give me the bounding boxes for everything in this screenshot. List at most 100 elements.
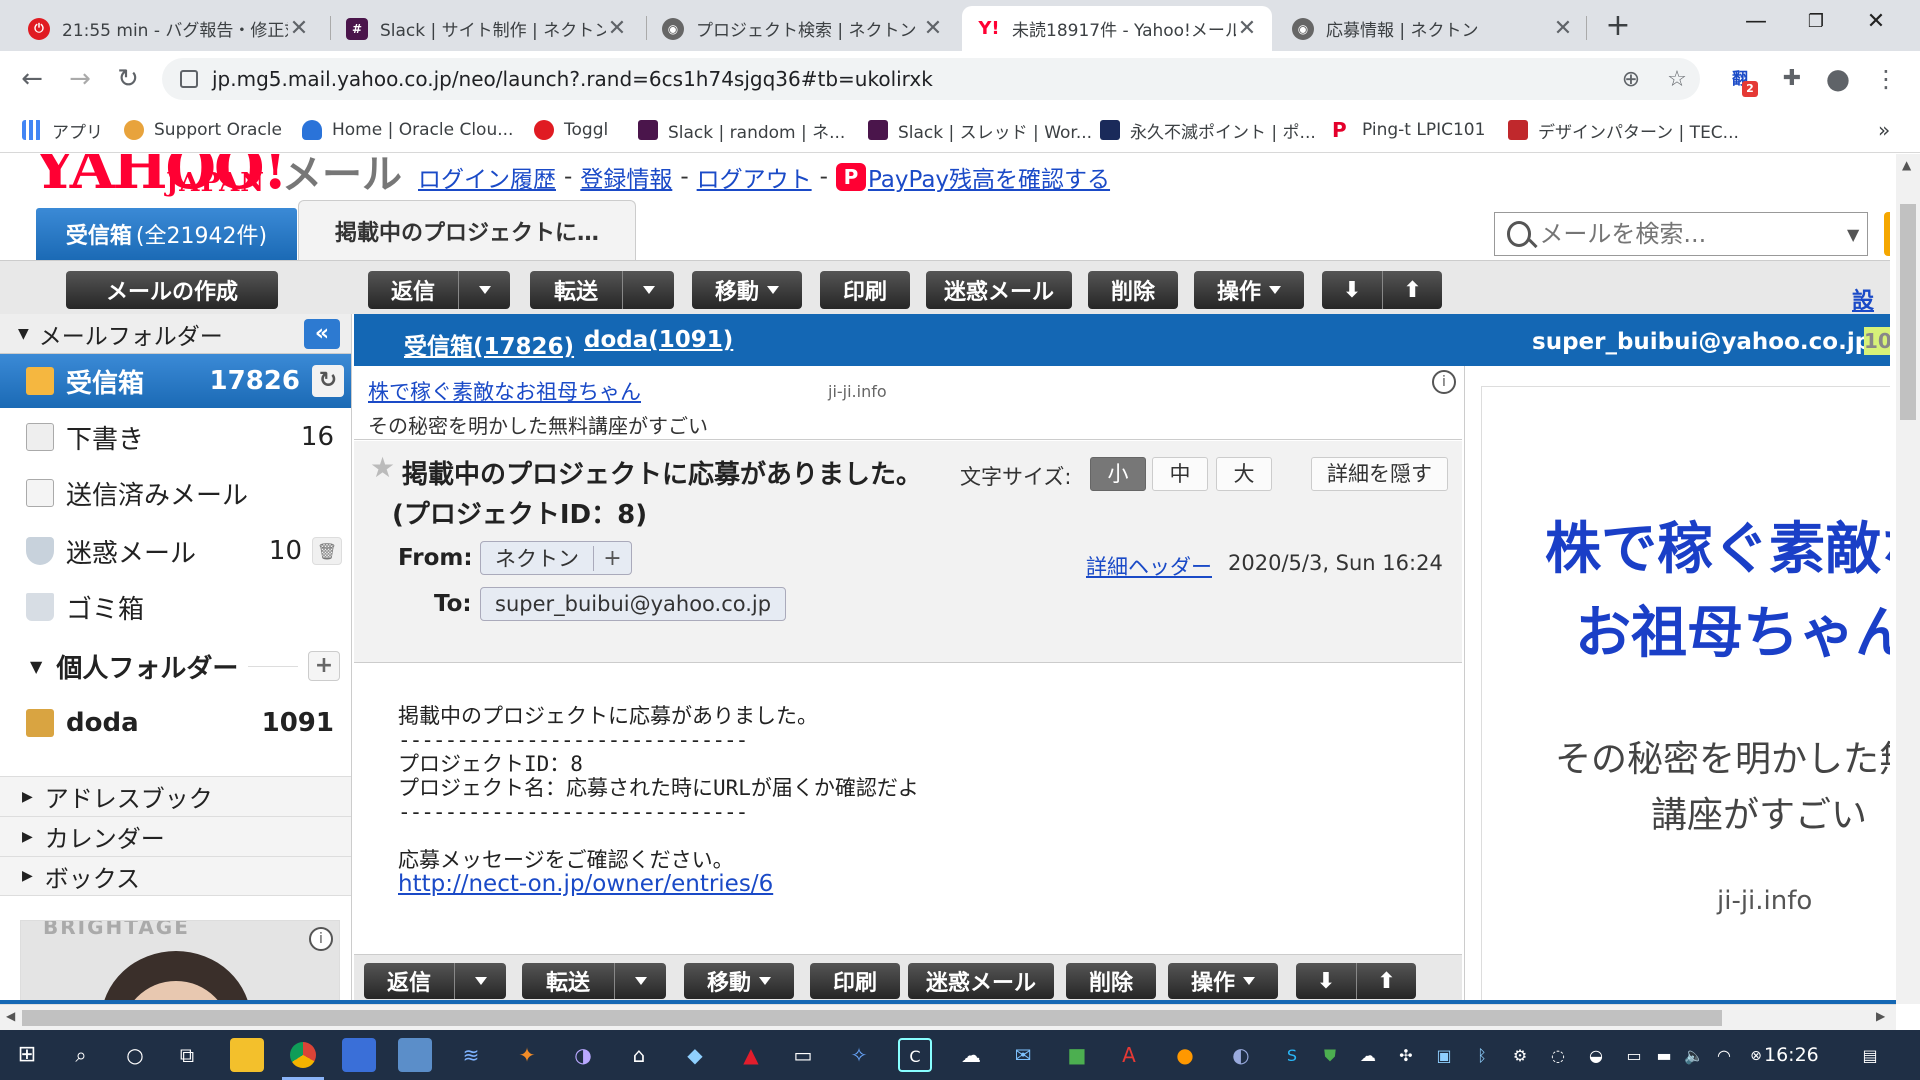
- cortana-icon[interactable]: ○: [118, 1038, 152, 1072]
- bookmark-eikyu-point[interactable]: 永久不滅ポイント | ポ...: [1100, 117, 1316, 143]
- bookmark-star-icon[interactable]: ☆: [1654, 67, 1700, 92]
- tab-inbox[interactable]: 受信箱 (全21942件): [36, 208, 297, 260]
- nav-address-book[interactable]: ▶ アドレスブック: [0, 776, 351, 816]
- bookmark-ping-t[interactable]: P Ping-t LPIC101: [1332, 117, 1485, 143]
- print-button[interactable]: 印刷: [810, 963, 900, 999]
- bookmark-slack-thread[interactable]: Slack | スレッド | Wor...: [868, 117, 1092, 143]
- reload-icon[interactable]: ↻: [110, 61, 146, 97]
- close-tab-icon[interactable]: ✕: [606, 16, 628, 41]
- terminal-icon[interactable]: ▭: [786, 1038, 820, 1072]
- empty-spam-trash-icon[interactable]: 🗑: [312, 537, 342, 565]
- app-icon[interactable]: ≋: [454, 1038, 488, 1072]
- folder-spam[interactable]: 迷惑メール 10 🗑: [0, 524, 351, 578]
- bookmark-apps[interactable]: アプリ: [22, 117, 103, 143]
- move-button[interactable]: 移動: [684, 963, 794, 999]
- delete-button[interactable]: 削除: [1066, 963, 1156, 999]
- address-bar[interactable]: jp.mg5.mail.yahoo.co.jp/neo/launch?.rand…: [162, 58, 1700, 100]
- app-icon[interactable]: ▲: [734, 1038, 768, 1072]
- zoom-icon[interactable]: ⊕: [1608, 67, 1654, 92]
- app-icon[interactable]: ⌂: [622, 1038, 656, 1072]
- close-tab-icon[interactable]: ✕: [1552, 16, 1574, 41]
- reply-button[interactable]: 返信: [364, 963, 454, 999]
- mail-icon[interactable]: ✉: [1006, 1038, 1040, 1072]
- star-icon[interactable]: ★: [370, 451, 395, 484]
- login-history-link[interactable]: ログイン履歴: [418, 160, 556, 194]
- reply-options-button[interactable]: [454, 963, 506, 999]
- app-icon[interactable]: [398, 1038, 432, 1072]
- logout-link[interactable]: ログアウト: [697, 160, 812, 194]
- scroll-right-arrow-icon[interactable]: ▶: [1876, 1009, 1885, 1023]
- bookmark-oracle-cloud[interactable]: Home | Oracle Clou...: [302, 117, 513, 143]
- app-icon[interactable]: ☁: [954, 1038, 988, 1072]
- actions-button[interactable]: 操作: [1168, 963, 1278, 999]
- ad-info-icon[interactable]: i: [309, 927, 333, 951]
- print-button[interactable]: 印刷: [820, 271, 910, 309]
- search-input[interactable]: [1539, 220, 1840, 248]
- refresh-icon[interactable]: ↻: [312, 365, 344, 397]
- tab-open-message[interactable]: 掲載中のプロジェクトに…: [298, 200, 636, 260]
- folder-trash[interactable]: ゴミ箱: [0, 580, 351, 634]
- forward-options-button[interactable]: [622, 271, 674, 309]
- compose-button[interactable]: メールの作成: [66, 271, 278, 309]
- new-tab-plus-icon[interactable]: +: [1604, 6, 1632, 46]
- task-view-icon[interactable]: ⧉: [170, 1038, 204, 1072]
- file-explorer-icon[interactable]: [230, 1038, 264, 1072]
- right-ad-banner[interactable]: 株で稼ぐ素敵な お祖母ちゃん その秘密を明かした無料 講座がすごい ji-ji.…: [1464, 366, 1890, 1004]
- reply-button[interactable]: 返信: [368, 271, 458, 309]
- search-dropdown-icon[interactable]: ▼: [1839, 225, 1867, 244]
- scroll-left-arrow-icon[interactable]: ◀: [6, 1009, 15, 1023]
- browser-tab-application-info[interactable]: ◉ 応募情報 | ネクトン ✕: [1276, 6, 1588, 51]
- translate-extension-icon[interactable]: 翻 2: [1724, 63, 1758, 97]
- personal-folders-heading[interactable]: ▼ 個人フォルダー +: [0, 644, 351, 688]
- collapse-sidebar-icon[interactable]: «: [304, 319, 340, 349]
- folder-drafts[interactable]: 下書き 16: [0, 410, 351, 464]
- app-icon[interactable]: ◆: [678, 1038, 712, 1072]
- app-tray-icon[interactable]: ◌: [1546, 1044, 1570, 1068]
- entry-url-link[interactable]: http://nect-on.jp/owner/entries/6: [398, 871, 773, 897]
- from-sender-chip[interactable]: ネクトン +: [480, 541, 632, 575]
- font-size-small-button[interactable]: 小: [1090, 457, 1146, 491]
- restore-window-icon[interactable]: ❐: [1786, 0, 1846, 44]
- browser-tab-project-search[interactable]: ◉ プロジェクト検索 | ネクトン ✕: [646, 6, 958, 51]
- reply-options-button[interactable]: [458, 271, 510, 309]
- acrobat-icon[interactable]: A: [1112, 1038, 1146, 1072]
- folder-inbox[interactable]: 受信箱 17826 ↻: [0, 354, 351, 408]
- store-icon[interactable]: [342, 1038, 376, 1072]
- chrome-icon[interactable]: [282, 1038, 324, 1080]
- close-window-icon[interactable]: ✕: [1846, 0, 1906, 44]
- move-button[interactable]: 移動: [692, 271, 802, 309]
- to-recipient-chip[interactable]: super_buibui@yahoo.co.jp: [480, 587, 787, 621]
- scrollbar-thumb[interactable]: [22, 1010, 1722, 1026]
- bookmarks-overflow-chevron[interactable]: »: [1878, 117, 1890, 143]
- vertical-scrollbar[interactable]: ▲: [1896, 154, 1920, 1004]
- close-tab-icon[interactable]: ✕: [288, 16, 310, 41]
- detail-header-link[interactable]: 詳細ヘッダー: [1086, 551, 1212, 581]
- chrome-menu-icon[interactable]: ⋮: [1870, 63, 1902, 95]
- shield-icon[interactable]: ⛊: [1318, 1044, 1342, 1068]
- ad-info-icon[interactable]: i: [1432, 370, 1456, 394]
- battery-icon[interactable]: ▬: [1652, 1044, 1676, 1068]
- forward-options-button[interactable]: [614, 963, 666, 999]
- scrollbar-thumb[interactable]: [1900, 204, 1916, 420]
- delete-button[interactable]: 削除: [1088, 271, 1178, 309]
- search-button[interactable]: [1884, 212, 1890, 256]
- app-tray-icon[interactable]: ✣: [1394, 1044, 1418, 1068]
- previous-message-button[interactable]: ⬆: [1382, 271, 1442, 309]
- firefox-icon[interactable]: ●: [1168, 1038, 1202, 1072]
- app-tray-icon[interactable]: ◒: [1584, 1044, 1608, 1068]
- spam-button[interactable]: 迷惑メール: [908, 963, 1054, 999]
- forward-button[interactable]: 転送: [522, 963, 614, 999]
- paypay-balance-link[interactable]: PayPay残高を確認する: [868, 160, 1110, 194]
- app-tray-icon[interactable]: ▣: [1432, 1044, 1456, 1068]
- folder-doda[interactable]: doda 1091: [0, 696, 351, 750]
- display-icon[interactable]: ▭: [1622, 1044, 1646, 1068]
- browser-tab-slack[interactable]: # Slack | サイト制作 | ネクトン開 ✕: [330, 6, 642, 51]
- notifications-icon[interactable]: ▤: [1858, 1044, 1882, 1068]
- next-message-button[interactable]: ⬇: [1296, 963, 1356, 999]
- spam-button[interactable]: 迷惑メール: [926, 271, 1072, 309]
- wifi-icon[interactable]: ◠: [1712, 1044, 1736, 1068]
- add-folder-plus-icon[interactable]: +: [308, 651, 340, 681]
- windows-start-icon[interactable]: ⊞: [10, 1038, 44, 1072]
- app-icon[interactable]: ◐: [1224, 1038, 1258, 1072]
- nav-calendar[interactable]: ▶ カレンダー: [0, 816, 351, 856]
